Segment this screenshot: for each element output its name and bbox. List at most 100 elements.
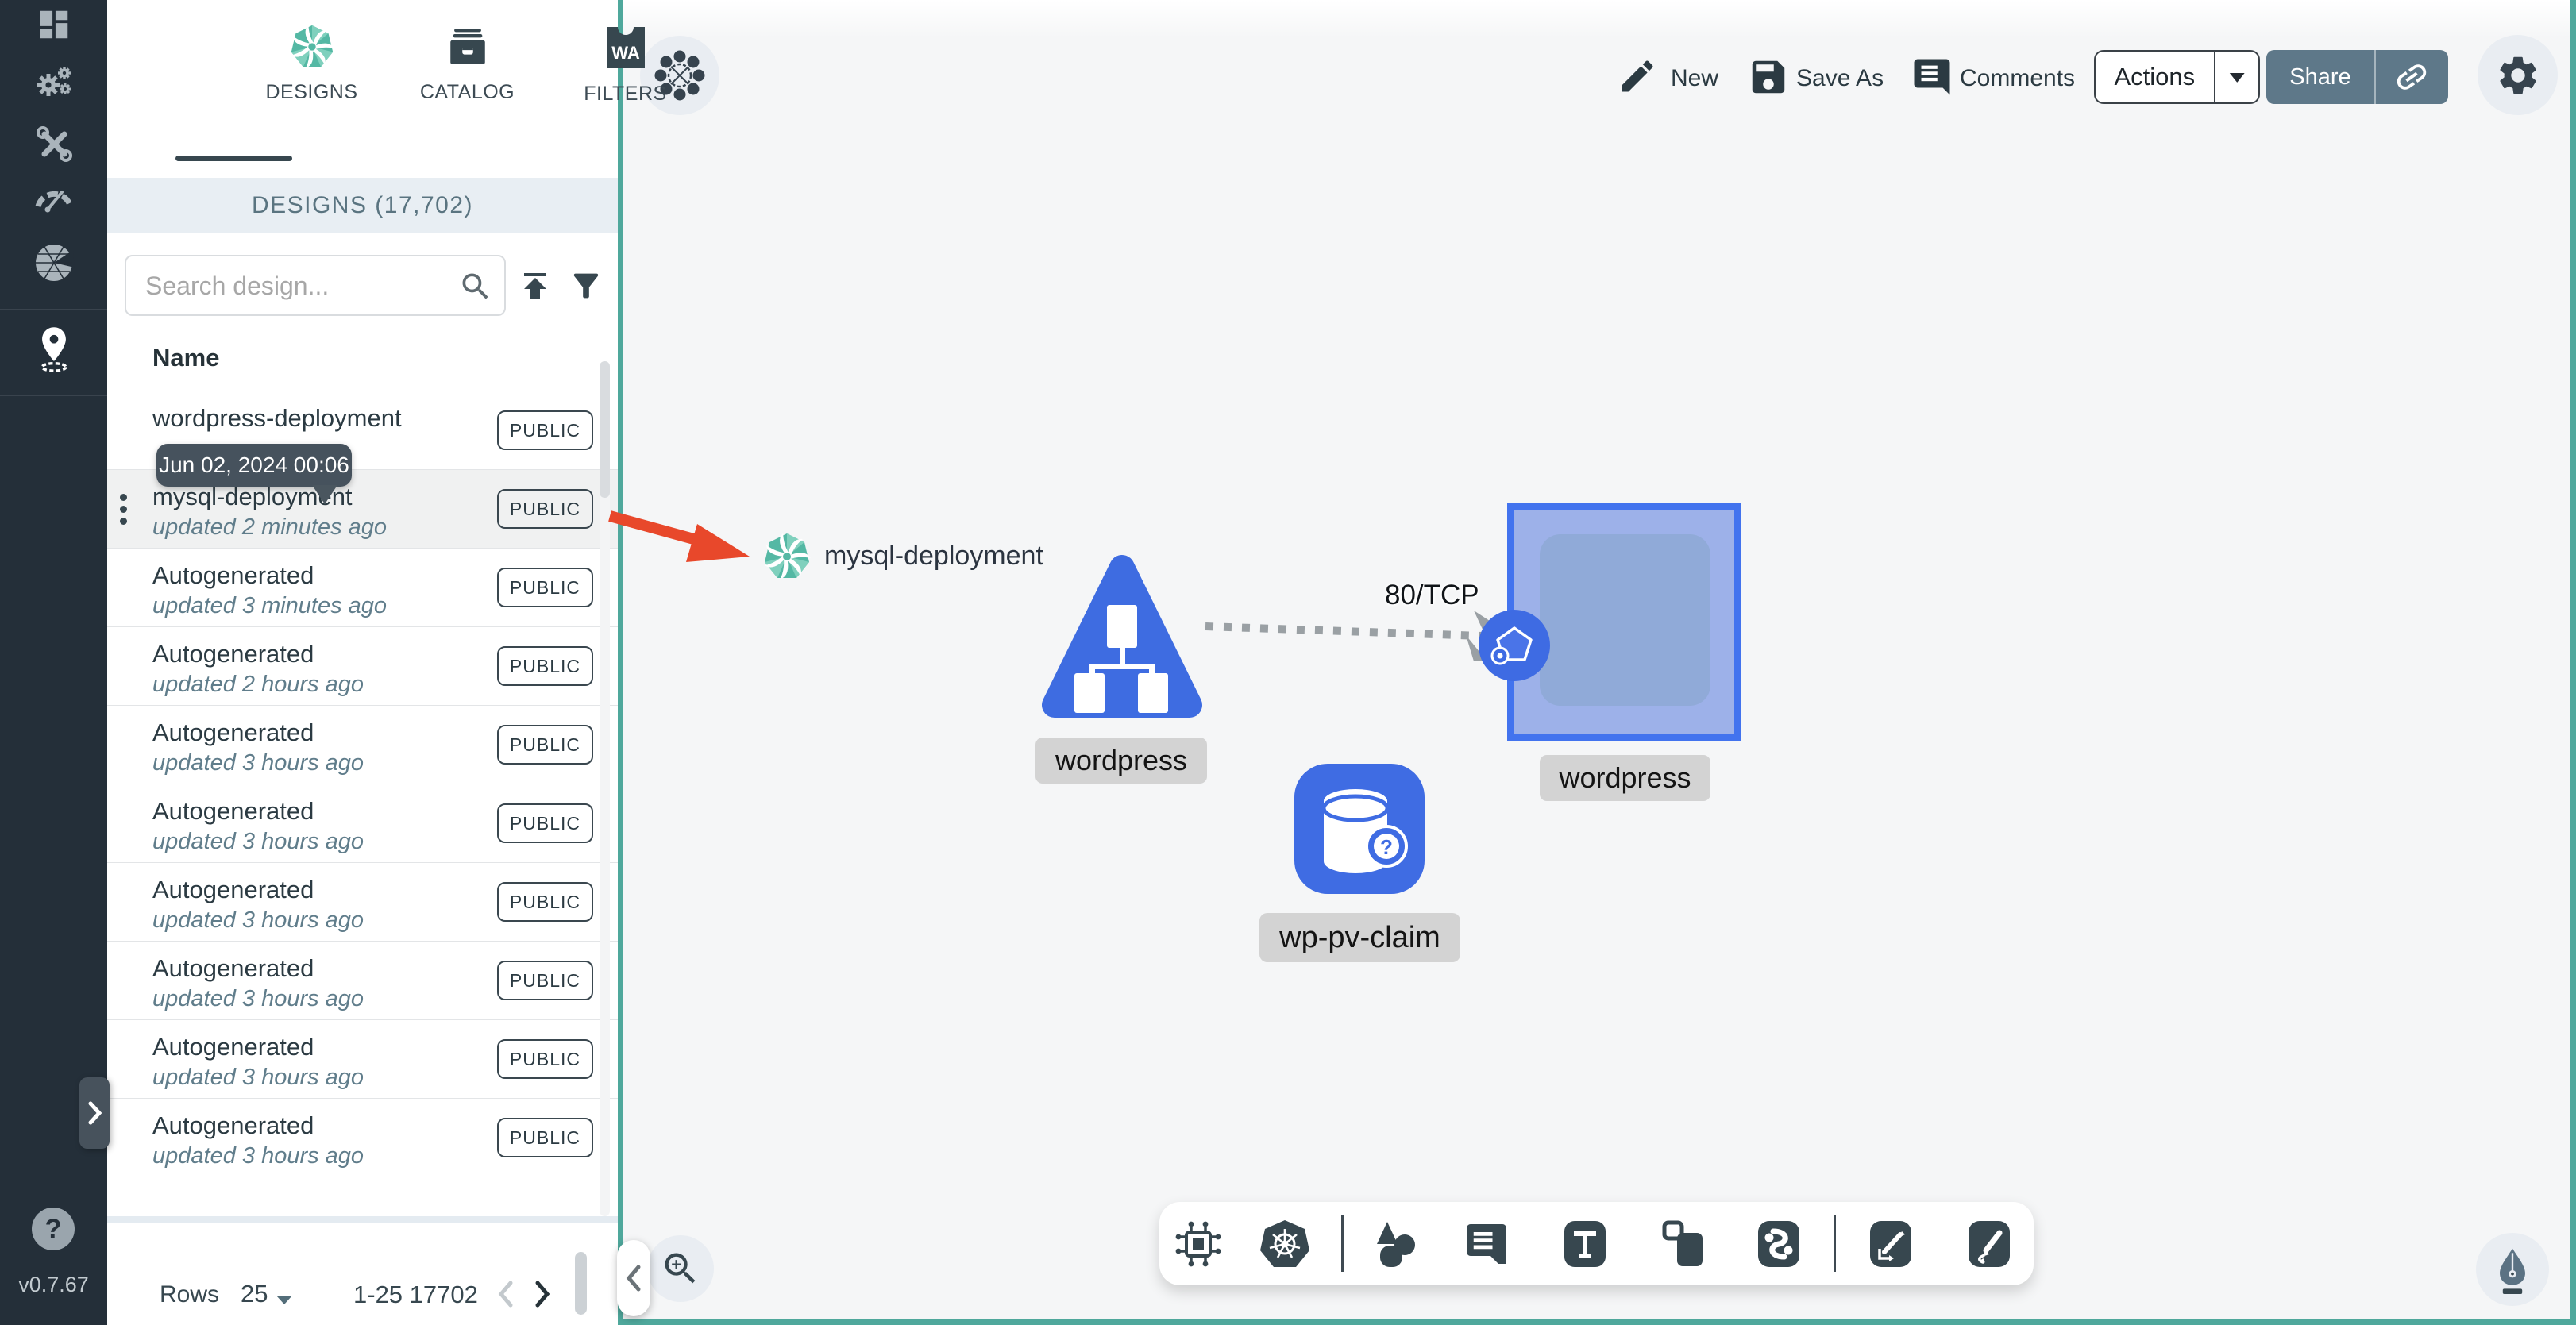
design-list-item[interactable]: Autogenerated updated 3 hours ago PUBLIC <box>107 706 618 784</box>
settings-button[interactable] <box>2478 35 2558 115</box>
frame-tool-icon[interactable] <box>1660 1219 1707 1269</box>
design-list-item[interactable]: Autogenerated updated 3 minutes ago PUBL… <box>107 549 618 627</box>
new-button[interactable]: New <box>1671 65 1718 92</box>
shapes-tool-icon[interactable] <box>1370 1219 1419 1269</box>
tab-designs[interactable]: DESIGNS <box>258 24 365 167</box>
actions-button[interactable]: Actions <box>2094 50 2260 104</box>
design-visibility-badge[interactable]: PUBLIC <box>496 646 593 686</box>
pagination-scrollbar-thumb[interactable] <box>575 1252 587 1315</box>
design-name: Autogenerated <box>152 718 314 746</box>
save-as-button[interactable]: Save As <box>1796 65 1884 92</box>
design-name: Autogenerated <box>152 954 314 982</box>
column-header-name: Name <box>152 344 220 372</box>
next-page-icon[interactable] <box>530 1277 554 1312</box>
design-list-item[interactable]: Autogenerated updated 2 hours ago PUBLIC <box>107 627 618 706</box>
list-scrollbar-thumb[interactable] <box>600 361 610 498</box>
design-visibility-badge[interactable]: PUBLIC <box>496 882 593 922</box>
design-list-item[interactable]: Autogenerated updated 3 hours ago PUBLIC <box>107 942 618 1020</box>
new-pencil-icon[interactable] <box>1617 56 1658 97</box>
design-visibility-badge[interactable]: PUBLIC <box>496 1118 593 1157</box>
list-end-divider <box>107 1216 618 1223</box>
filter-list-icon[interactable] <box>568 268 604 304</box>
design-visibility-badge[interactable]: PUBLIC <box>496 961 593 1000</box>
edge-wordpress-service[interactable] <box>1191 603 1525 675</box>
design-list-item[interactable]: Autogenerated updated 3 hours ago PUBLIC <box>107 863 618 942</box>
tab-catalog[interactable]: CATALOG <box>414 24 521 167</box>
canvas-toolbar <box>1159 1202 2034 1285</box>
help-button[interactable]: ? <box>32 1208 75 1250</box>
pvc-name-label[interactable]: wp-pv-claim <box>1259 913 1460 962</box>
design-name: Autogenerated <box>152 1111 314 1139</box>
actions-dropdown-icon[interactable] <box>2215 65 2258 89</box>
tab-designs-label: DESIGNS <box>265 81 358 103</box>
design-updated: updated 3 hours ago <box>152 907 364 933</box>
catalog-tab-icon <box>449 29 485 64</box>
dragged-design-label: mysql-deployment <box>824 541 1043 571</box>
service-name-label[interactable]: wordpress <box>1540 755 1710 801</box>
comments-button[interactable]: Comments <box>1960 65 2075 92</box>
design-visibility-badge[interactable]: PUBLIC <box>496 568 593 607</box>
design-name: Autogenerated <box>152 1033 314 1061</box>
row-menu-icon[interactable] <box>120 491 127 527</box>
deployment-name-label[interactable]: wordpress <box>1035 738 1207 784</box>
tab-filters[interactable]: WA FILTERS <box>572 24 679 167</box>
relationship-tool-icon[interactable] <box>1756 1219 1802 1269</box>
extensions-mesh-icon[interactable] <box>33 242 75 283</box>
import-design-icon[interactable] <box>516 267 554 305</box>
design-visibility-badge[interactable]: PUBLIC <box>496 725 593 765</box>
panel-collapse-button[interactable] <box>617 1240 650 1316</box>
sidebar-divider <box>0 309 107 310</box>
design-visibility-badge[interactable]: PUBLIC <box>496 410 593 450</box>
share-label: Share <box>2289 64 2351 90</box>
chevron-right-icon <box>88 1101 102 1125</box>
design-visibility-badge[interactable]: PUBLIC <box>496 489 593 529</box>
design-list-item[interactable]: Autogenerated updated 3 hours ago PUBLIC <box>107 1020 618 1099</box>
comments-icon[interactable] <box>1911 56 1953 98</box>
doodle-tool-icon[interactable] <box>1966 1219 2012 1269</box>
active-tab-indicator <box>175 156 292 161</box>
design-search[interactable] <box>125 255 506 316</box>
design-list-item[interactable]: Autogenerated updated 3 hours ago PUBLIC <box>107 784 618 863</box>
kanvas-pin-icon[interactable] <box>33 324 75 375</box>
designs-panel: DESIGNS CATALOG WA FILTERS DESIGNS (17,7… <box>107 0 666 1325</box>
node-wordpress-deployment[interactable] <box>1029 548 1220 730</box>
pen-mode-button[interactable] <box>2476 1233 2549 1306</box>
tooltip-arrow <box>312 485 337 504</box>
rows-per-page-value[interactable]: 25 <box>241 1280 268 1308</box>
updated-date-tooltip: Jun 02, 2024 00:06 <box>156 444 352 487</box>
design-name: Autogenerated <box>152 876 314 903</box>
node-wp-pv-claim[interactable]: ? <box>1294 764 1425 894</box>
component-tool-icon[interactable] <box>1174 1220 1222 1268</box>
lifecycle-gears-icon[interactable] <box>34 64 74 103</box>
prev-page-icon[interactable] <box>494 1277 518 1312</box>
pen-nib-icon <box>2500 1248 2525 1294</box>
service-port-icon[interactable] <box>1478 609 1551 682</box>
design-list-item[interactable]: Autogenerated updated 3 hours ago PUBLIC <box>107 1099 618 1177</box>
tab-catalog-label: CATALOG <box>419 81 515 103</box>
performance-gauge-icon[interactable] <box>33 179 75 216</box>
search-icon <box>462 273 488 299</box>
annotate-pen-tool-icon[interactable] <box>1868 1219 1914 1269</box>
design-visibility-badge[interactable]: PUBLIC <box>496 803 593 843</box>
save-as-icon[interactable] <box>1747 56 1790 98</box>
share-link-icon[interactable] <box>2376 58 2447 96</box>
search-input[interactable] <box>144 256 457 316</box>
design-updated: updated 3 hours ago <box>152 1065 364 1090</box>
gear-icon <box>2499 56 2536 94</box>
zoom-in-icon <box>665 1253 696 1284</box>
configuration-tools-icon[interactable] <box>35 125 73 163</box>
filters-tab-icon: WA <box>606 27 645 68</box>
share-button[interactable]: Share <box>2266 50 2448 104</box>
design-updated: updated 3 hours ago <box>152 986 364 1011</box>
design-list: wordpress-deployment PUBLIC mysql-deploy… <box>107 391 618 1177</box>
notes-tool-icon[interactable] <box>1463 1220 1510 1268</box>
text-tool-icon[interactable] <box>1562 1219 1608 1269</box>
toolbar-divider <box>1834 1215 1836 1272</box>
rows-per-page-caret-icon[interactable] <box>274 1292 295 1307</box>
kubernetes-tool-icon[interactable] <box>1259 1219 1310 1269</box>
help-icon: ? <box>44 1213 62 1244</box>
dashboard-icon[interactable] <box>36 6 72 43</box>
zoom-in-button[interactable] <box>647 1235 714 1302</box>
design-visibility-badge[interactable]: PUBLIC <box>496 1039 593 1079</box>
sidebar-expand-button[interactable] <box>79 1077 110 1149</box>
